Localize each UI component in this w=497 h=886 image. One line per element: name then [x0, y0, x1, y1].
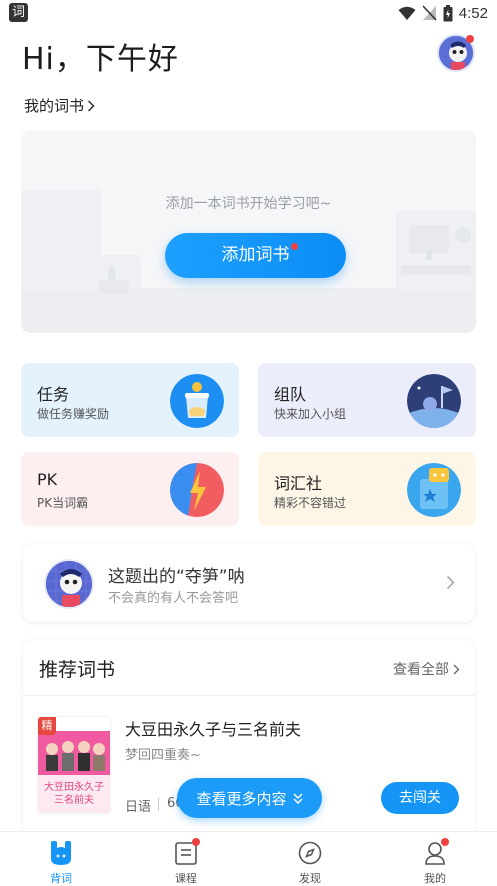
book-description: 梦回四重奏~ — [125, 748, 201, 763]
tile-task-subtitle: 做任务赚奖励 — [37, 407, 110, 421]
featured-badge: 精 — [38, 717, 56, 735]
team-icon — [407, 374, 461, 428]
start-challenge-button[interactable]: 去闯关 — [381, 782, 459, 814]
my-books-label: 我的词书 — [24, 97, 85, 115]
book-cover[interactable]: 精 大豆田永久子 三名前夫 — [38, 717, 110, 813]
tile-team-title: 组队 — [274, 385, 307, 404]
memorize-icon — [51, 841, 71, 865]
nav-profile[interactable]: 我的 — [405, 838, 465, 886]
nav-discover-label: 发现 — [299, 872, 321, 885]
tile-team-subtitle: 快来加入小组 — [274, 407, 347, 421]
pk-icon — [170, 463, 224, 517]
tile-team[interactable]: 组队 快来加入小组 — [258, 363, 476, 437]
divider — [23, 695, 475, 696]
empty-books-hint: 添加一本词书开始学习吧~ — [165, 196, 332, 212]
tile-task-title: 任务 — [37, 385, 70, 404]
avatar-notification-dot — [466, 35, 474, 43]
quiz-avatar — [44, 559, 94, 609]
app-notification-icon: 词 — [9, 3, 28, 22]
quiz-subtitle: 不会真的有人不会答吧 — [108, 591, 239, 606]
chevron-right-icon — [87, 99, 95, 112]
tile-pk-title: PK — [37, 470, 58, 489]
vocab-club-icon — [407, 463, 461, 517]
wifi-icon — [398, 6, 416, 20]
nav-profile-label: 我的 — [424, 872, 446, 885]
task-icon — [170, 374, 224, 428]
double-chevron-down-icon — [292, 792, 303, 804]
status-icons: 4:52 — [398, 3, 488, 23]
course-notification-dot — [192, 838, 200, 846]
book-language: 日语 — [125, 800, 152, 815]
greeting-title: Hi，下午好 — [22, 42, 179, 77]
nav-memorize-label: 背词 — [50, 872, 72, 885]
tile-vocab-club-subtitle: 精彩不容错过 — [274, 496, 347, 510]
chevron-right-icon — [446, 575, 455, 590]
view-more-button[interactable]: 查看更多内容 — [177, 778, 322, 818]
view-all-label: 查看全部 — [393, 662, 449, 678]
nav-course-label: 课程 — [175, 872, 197, 885]
profile-notification-dot — [441, 838, 449, 846]
battery-icon — [443, 4, 453, 21]
quiz-title: 这题出的“夺笋”呐 — [108, 567, 245, 587]
add-book-notification-dot — [291, 243, 298, 250]
tile-pk-subtitle: PK当词霸 — [37, 496, 89, 510]
quiz-card[interactable]: 这题出的“夺笋”呐 不会真的有人不会答吧 — [23, 544, 475, 622]
tile-pk[interactable]: PK PK当词霸 — [21, 452, 239, 526]
status-bar: 词 4:52 — [0, 0, 497, 26]
view-more-label: 查看更多内容 — [196, 789, 287, 808]
tile-vocab-club-title: 词汇社 — [274, 474, 323, 493]
recommend-title: 推荐词书 — [39, 659, 116, 681]
nav-memorize[interactable]: 背词 — [31, 838, 91, 886]
room-illustration — [21, 190, 476, 333]
bottom-nav: 背词 课程 发现 我的 — [0, 831, 497, 886]
nav-discover[interactable]: 发现 — [280, 838, 340, 886]
status-time: 4:52 — [458, 4, 488, 22]
my-books-link[interactable]: 我的词书 — [24, 95, 95, 116]
book-name[interactable]: 大豆田永久子与三名前夫 — [125, 716, 301, 740]
nav-course[interactable]: 课程 — [156, 838, 216, 886]
book-cover-title: 大豆田永久子 三名前夫 — [44, 782, 104, 806]
signal-off-icon — [422, 5, 437, 21]
add-book-button[interactable]: 添加词书 — [165, 233, 346, 278]
tile-task[interactable]: 任务 做任务赚奖励 — [21, 363, 239, 437]
meta-separator — [158, 798, 159, 811]
view-all-link[interactable]: 查看全部 — [393, 659, 460, 679]
chevron-right-icon — [453, 664, 460, 674]
tile-vocab-club[interactable]: 词汇社 精彩不容错过 — [258, 452, 476, 526]
empty-book-card: 添加一本词书开始学习吧~ 添加词书 — [21, 130, 476, 333]
discover-icon — [298, 841, 322, 865]
